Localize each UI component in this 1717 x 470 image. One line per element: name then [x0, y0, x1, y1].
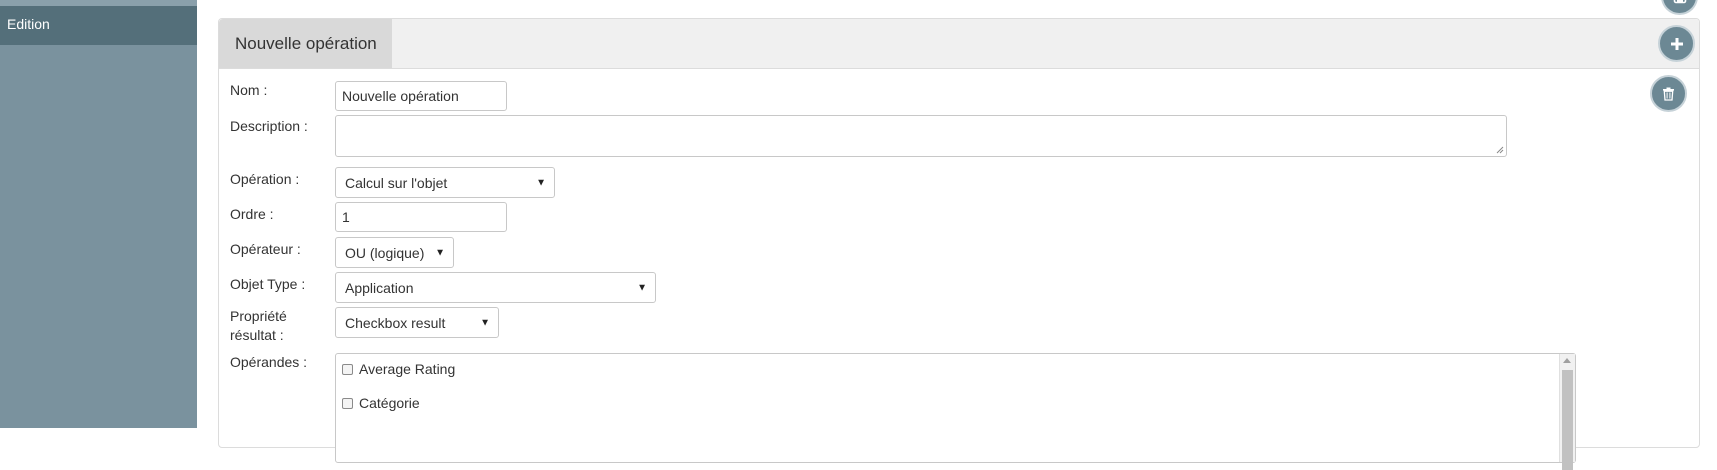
operandes-list[interactable]: Average Rating Catégorie	[335, 353, 1576, 470]
ordre-input[interactable]: 1	[335, 202, 507, 232]
caret-down-icon: ▼	[435, 247, 445, 258]
save-button[interactable]	[1661, 0, 1698, 15]
operandes-label: Opérandes :	[230, 354, 308, 370]
operation-panel: Nouvelle opération Nom : Nouvelle opérat…	[218, 18, 1700, 470]
checkbox[interactable]	[342, 363, 353, 375]
operation-select[interactable]: Calcul sur l'objet ▼	[335, 167, 555, 198]
scroll-thumb[interactable]	[1562, 370, 1573, 470]
list-item-label: Average Rating	[359, 361, 456, 377]
propriete-label-line1: Propriété	[230, 308, 287, 324]
operation-select-value: Calcul sur l'objet	[345, 174, 448, 191]
objet-type-select[interactable]: Application ▼	[335, 272, 656, 303]
add-operation-button[interactable]	[1658, 25, 1695, 62]
plus-icon	[1670, 37, 1683, 50]
scrollbar[interactable]	[1559, 354, 1575, 470]
propriete-select-value: Checkbox result	[345, 314, 446, 331]
propriete-label: Propriété résultat :	[230, 307, 287, 345]
operateur-select-value: OU (logique)	[345, 244, 425, 261]
sidebar: Edition	[0, 0, 197, 428]
objet-type-label: Objet Type :	[230, 276, 306, 292]
caret-down-icon: ▼	[637, 282, 647, 293]
nom-label: Nom :	[230, 82, 268, 98]
caret-down-icon: ▼	[536, 177, 546, 188]
panel-header: Nouvelle opération	[219, 19, 1699, 69]
description-label: Description :	[230, 118, 308, 134]
delete-operation-button[interactable]	[1650, 75, 1687, 112]
list-item[interactable]: Average Rating	[342, 361, 455, 377]
list-item-label: Catégorie	[359, 395, 420, 411]
ordre-label: Ordre :	[230, 206, 274, 222]
operateur-label: Opérateur :	[230, 241, 301, 257]
nom-input-value: Nouvelle opération	[342, 88, 459, 104]
objet-type-select-value: Application	[345, 279, 414, 296]
operation-label: Opération :	[230, 171, 300, 187]
description-textarea[interactable]	[335, 115, 1507, 157]
panel-tab-title[interactable]: Nouvelle opération	[219, 19, 392, 68]
resize-handle-icon[interactable]	[1496, 146, 1504, 154]
trash-icon	[1663, 87, 1674, 101]
list-item[interactable]: Catégorie	[342, 395, 420, 411]
propriete-resultat-select[interactable]: Checkbox result ▼	[335, 307, 499, 338]
caret-down-icon: ▼	[480, 317, 490, 328]
save-icon	[1673, 0, 1686, 3]
checkbox[interactable]	[342, 397, 353, 409]
nom-input[interactable]: Nouvelle opération	[335, 81, 507, 111]
propriete-label-line2: résultat :	[230, 327, 284, 343]
operateur-select[interactable]: OU (logique) ▼	[335, 237, 454, 268]
scroll-up-arrow-icon[interactable]	[1563, 358, 1571, 363]
sidebar-item-edition[interactable]: Edition	[0, 6, 197, 45]
ordre-input-value: 1	[342, 209, 350, 225]
